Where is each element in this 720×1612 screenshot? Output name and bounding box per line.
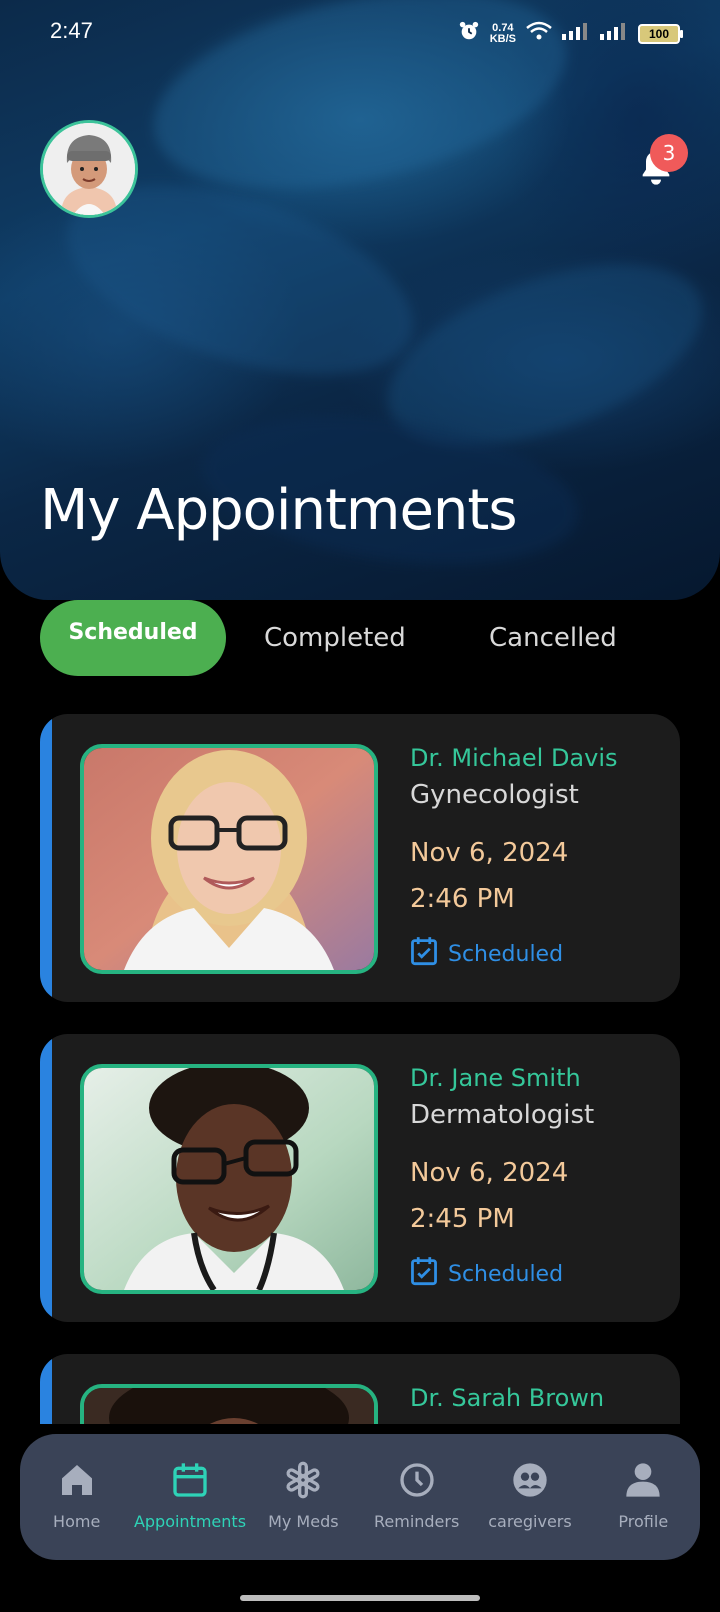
tab-completed[interactable]: Completed (264, 600, 406, 676)
doctor-specialty: Gynecologist (410, 780, 579, 810)
nav-my-meds-label: My Meds (268, 1512, 339, 1531)
appointment-card[interactable]: Dr. Jane Smith Dermatologist Nov 6, 2024… (40, 1034, 680, 1322)
home-indicator[interactable] (240, 1595, 480, 1601)
nav-caregivers[interactable]: caregivers (473, 1434, 586, 1560)
battery-indicator: 100 (638, 23, 683, 44)
nav-caregivers-label: caregivers (488, 1512, 572, 1531)
status-badge: Scheduled (410, 1256, 563, 1292)
doctor-name: Dr. Jane Smith (410, 1064, 581, 1092)
doctor-specialty: Dermatologist (410, 1100, 595, 1130)
nav-profile[interactable]: Profile (587, 1434, 700, 1560)
home-icon (61, 1465, 92, 1495)
card-clip: Dr. Sarah Brown (40, 1354, 680, 1424)
net-speed-unit: KB/S (489, 32, 516, 45)
appointment-time: 2:46 PM (410, 884, 515, 914)
appointment-card[interactable]: Dr. Michael Davis Gynecologist Nov 6, 20… (40, 714, 680, 1002)
nav-reminders[interactable]: Reminders (360, 1434, 473, 1560)
user-avatar[interactable] (40, 120, 138, 218)
page-title: My Appointments (40, 478, 518, 543)
calendar-check-icon (410, 936, 438, 972)
status-badge: Scheduled (410, 936, 563, 972)
card-accent-stripe (40, 714, 52, 1002)
status-icons: 0.74 KB/S 100 (458, 20, 683, 47)
card-accent-stripe (40, 1354, 52, 1424)
status-time: 2:47 (50, 18, 93, 43)
nav-my-meds[interactable]: My Meds (247, 1434, 360, 1560)
calendar-check-icon (410, 1256, 438, 1292)
signal-icon (562, 22, 590, 45)
status-bar: 2:47 0.74 KB/S 100 (0, 14, 720, 50)
appointment-card[interactable]: Dr. Sarah Brown (40, 1354, 680, 1424)
doctor-photo (80, 1064, 378, 1294)
nav-profile-label: Profile (618, 1512, 669, 1531)
profile-icon (626, 1463, 660, 1497)
card-accent-stripe (40, 1034, 52, 1322)
notification-badge: 3 (650, 134, 688, 172)
bottom-navigation: Home Appointments My Meds Reminders care… (20, 1434, 700, 1560)
avatar-image (43, 123, 135, 215)
appointment-date: Nov 6, 2024 (410, 1158, 569, 1188)
alarm-icon (458, 20, 480, 47)
net-speed: 0.74 KB/S (489, 22, 516, 45)
nav-home[interactable]: Home (20, 1434, 133, 1560)
caregivers-icon (513, 1463, 547, 1497)
doctor-name: Dr. Michael Davis (410, 744, 618, 772)
appointment-tabs: Scheduled Completed Cancelled (40, 600, 680, 676)
tab-scheduled[interactable]: Scheduled (40, 600, 226, 676)
status-label: Scheduled (448, 941, 564, 967)
nav-appointments[interactable]: Appointments (133, 1434, 246, 1560)
medical-icon (286, 1461, 320, 1499)
status-label: Scheduled (448, 1261, 564, 1287)
doctor-photo (80, 1384, 378, 1424)
clock-icon (399, 1463, 434, 1497)
appointment-time: 2:45 PM (410, 1204, 515, 1234)
doctor-name: Dr. Sarah Brown (410, 1384, 605, 1412)
doctor-photo (80, 744, 378, 974)
nav-home-label: Home (53, 1512, 101, 1531)
nav-reminders-label: Reminders (373, 1512, 460, 1531)
appointment-date: Nov 6, 2024 (410, 838, 569, 868)
wifi-icon (526, 21, 552, 46)
tab-cancelled[interactable]: Cancelled (489, 600, 617, 676)
calendar-icon (173, 1463, 207, 1497)
nav-appointments-label: Appointments (133, 1512, 247, 1531)
signal-icon (600, 22, 628, 45)
